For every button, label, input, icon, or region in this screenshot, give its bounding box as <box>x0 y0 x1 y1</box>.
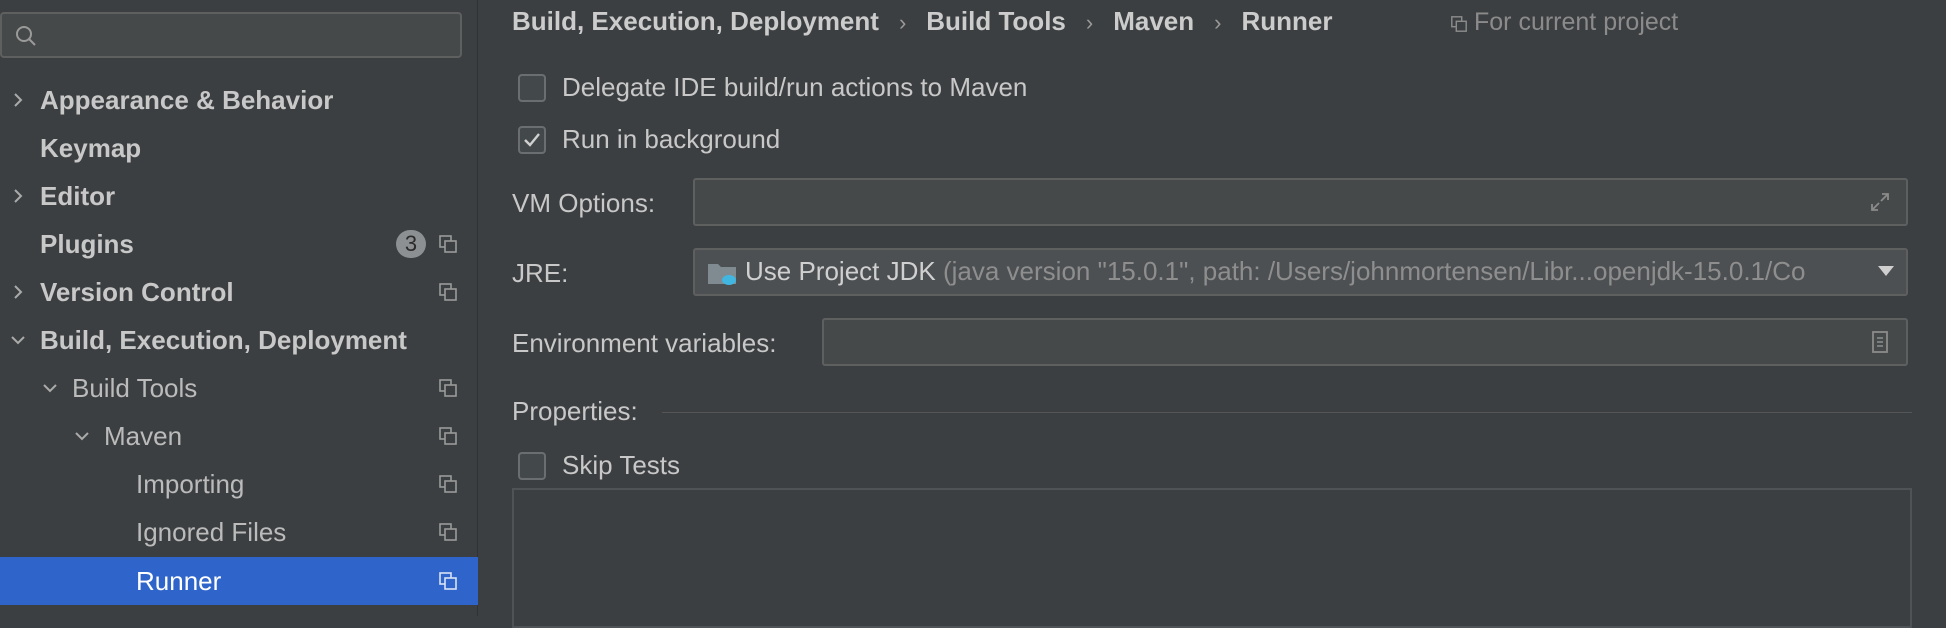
vm-options-input[interactable] <box>705 188 1860 218</box>
project-scope-icon <box>439 572 457 590</box>
project-scope-icon <box>439 523 457 541</box>
breadcrumb-separator: › <box>1214 10 1222 35</box>
properties-table[interactable] <box>512 488 1912 628</box>
sidebar-item-runner[interactable]: Runner <box>0 557 478 605</box>
breadcrumb-separator: › <box>898 10 907 35</box>
sidebar-item-build-execution-deployment[interactable]: Build, Execution, Deployment <box>0 316 478 364</box>
search-input[interactable] <box>46 20 450 52</box>
checkbox-label[interactable]: Skip Tests <box>562 450 680 481</box>
sidebar-item-label: Maven <box>104 421 183 451</box>
sidebar-item-label: Build, Execution, Deployment <box>40 325 407 355</box>
sidebar-item-ignored-files[interactable]: Ignored Files <box>0 508 478 556</box>
jdk-folder-icon <box>708 264 736 285</box>
search-icon <box>16 26 36 46</box>
vm-options-field[interactable] <box>693 178 1908 226</box>
env-vars-label: Environment variables: <box>512 328 777 358</box>
expand-icon[interactable] <box>1868 190 1892 214</box>
sidebar-item-label: Ignored Files <box>136 517 287 547</box>
sidebar-item-appearance-behavior[interactable]: Appearance & Behavior <box>0 76 478 124</box>
properties-section-title: Properties: <box>512 396 638 426</box>
scope-label: For current project <box>1474 8 1679 36</box>
checkmark-icon <box>524 133 540 147</box>
project-scope-icon <box>1451 16 1467 32</box>
sidebar-item-label: Keymap <box>40 133 142 163</box>
jre-label: JRE: <box>512 258 569 288</box>
sidebar-item-label: Editor <box>40 181 116 211</box>
sidebar-item-editor[interactable]: Editor <box>0 172 478 220</box>
env-vars-field[interactable] <box>822 318 1908 366</box>
sidebar-item-build-tools[interactable]: Build Tools <box>0 364 478 412</box>
project-scope-icon <box>439 475 457 493</box>
checkbox-label[interactable]: Delegate IDE build/run actions to Maven <box>562 72 1027 103</box>
chevron-right-icon[interactable] <box>8 282 28 302</box>
sidebar-item-version-control[interactable]: Version Control <box>0 268 478 316</box>
settings-content: Build, Execution, Deployment › Build Tools… <box>478 0 1946 628</box>
checkbox-label[interactable]: Run in background <box>562 124 780 155</box>
breadcrumb-item[interactable]: Build, Execution, Deployment <box>512 6 879 36</box>
sidebar-item-keymap[interactable]: Keymap <box>0 124 478 172</box>
chevron-right-icon[interactable] <box>8 186 28 206</box>
chevron-down-icon[interactable] <box>8 330 28 350</box>
breadcrumb-item[interactable]: Build Tools <box>926 6 1066 36</box>
project-scope-icon <box>439 379 457 397</box>
vm-options-label: VM Options: <box>512 188 656 218</box>
project-scope-icon <box>439 283 457 301</box>
search-field[interactable] <box>0 12 462 58</box>
sidebar-item-plugins[interactable]: Plugins 3 <box>0 220 478 268</box>
project-scope-icon <box>439 235 457 253</box>
sidebar-item-label: Plugins <box>40 229 134 259</box>
plugins-update-badge: 3 <box>396 230 426 258</box>
jre-selected-value: Use Project JDK (java version "15.0.1", … <box>745 256 1805 287</box>
dropdown-arrow[interactable] <box>1866 250 1906 294</box>
sidebar-item-label: Importing <box>136 469 245 499</box>
settings-sidebar: Appearance & Behavior Keymap Editor Plug… <box>0 0 478 616</box>
breadcrumb-separator: › <box>1085 10 1094 35</box>
sidebar-item-label: Version Control <box>40 277 234 307</box>
browse-document-icon[interactable] <box>1868 330 1892 354</box>
jre-selected-detail: (java version "15.0.1", path: /Users/joh… <box>942 256 1806 286</box>
chevron-down-icon[interactable] <box>40 378 60 398</box>
section-divider <box>662 412 1912 413</box>
env-vars-input[interactable] <box>834 328 1860 358</box>
chevron-right-icon[interactable] <box>8 90 28 110</box>
breadcrumb-item: Runner <box>1241 6 1333 36</box>
breadcrumb: Build, Execution, Deployment › Build Tools… <box>512 6 1332 46</box>
run-in-background-checkbox[interactable] <box>518 126 546 154</box>
sidebar-item-label: Build Tools <box>72 373 198 403</box>
breadcrumb-item[interactable]: Maven <box>1113 6 1194 36</box>
chevron-down-icon[interactable] <box>72 426 92 446</box>
delegate-build-checkbox[interactable] <box>518 74 546 102</box>
jre-selected-name: Use Project JDK <box>745 256 936 286</box>
sidebar-item-label: Runner <box>136 566 222 596</box>
scope-indicator: For current project <box>1450 8 1678 37</box>
sidebar-item-importing[interactable]: Importing <box>0 460 478 508</box>
project-scope-icon <box>439 427 457 445</box>
jre-dropdown[interactable]: Use Project JDK (java version "15.0.1", … <box>693 248 1908 296</box>
sidebar-item-label: Appearance & Behavior <box>40 85 334 115</box>
sidebar-item-maven[interactable]: Maven <box>0 412 478 460</box>
skip-tests-checkbox[interactable] <box>518 452 546 480</box>
triangle-down-icon <box>1878 266 1894 276</box>
